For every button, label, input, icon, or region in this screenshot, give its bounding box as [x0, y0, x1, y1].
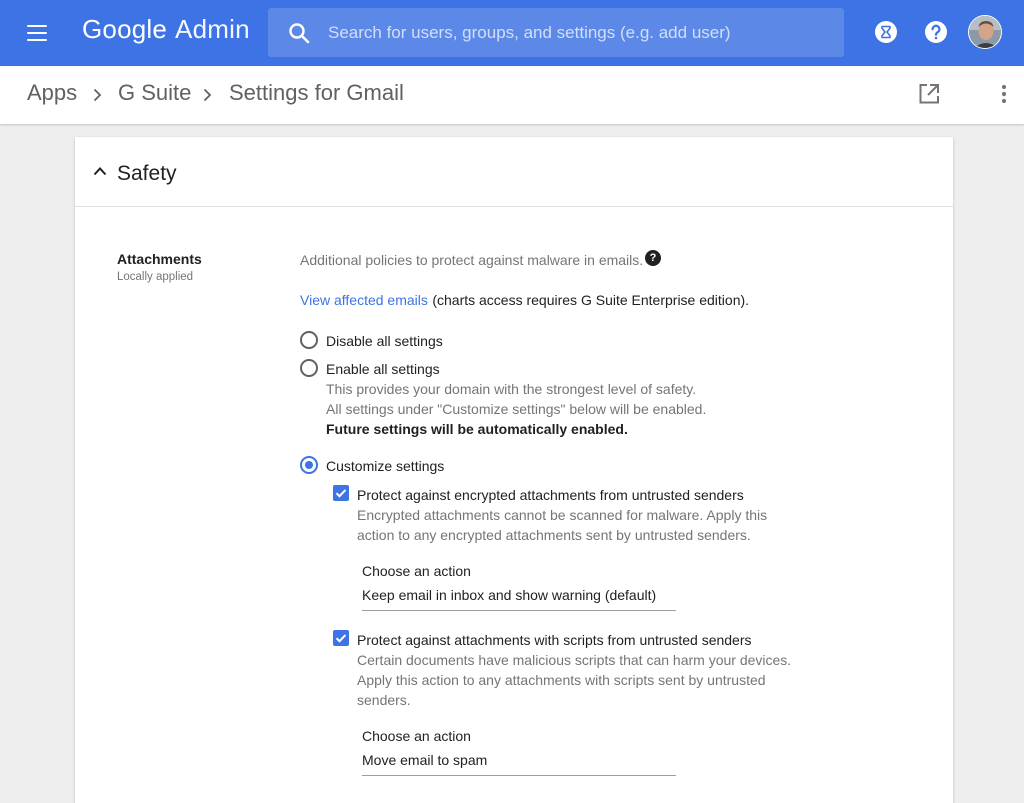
script-attachments-description: Apply this action to any attachments wit… [357, 672, 766, 688]
setting-sublabel: Locally applied [117, 271, 194, 283]
script-action-select[interactable]: Move email to spam [362, 750, 676, 776]
radio-customize[interactable] [300, 456, 318, 474]
option-disable-all-label[interactable]: Disable all settings [326, 333, 443, 349]
open-in-new-icon[interactable] [917, 82, 941, 106]
view-affected-emails-link[interactable]: View affected emails [300, 292, 428, 308]
encrypted-action-select[interactable]: Keep email in inbox and show warning (de… [362, 585, 676, 611]
choose-action-label: Choose an action [362, 563, 471, 579]
section-title: Safety [117, 162, 177, 185]
menu-icon-bar [27, 32, 47, 35]
account-avatar[interactable] [968, 15, 1002, 49]
checkbox-script-attachments[interactable] [333, 630, 349, 646]
check-icon [335, 489, 347, 498]
breadcrumb-bar: Apps G Suite Settings for Gmail [0, 66, 1024, 124]
checkbox-encrypted-attachments[interactable] [333, 485, 349, 501]
more-vert-icon[interactable] [994, 82, 1014, 106]
main-menu-button[interactable] [22, 20, 52, 46]
link-note: (charts access requires G Suite Enterpri… [432, 292, 750, 308]
setting-label: Attachments [117, 251, 202, 267]
enable-all-description: This provides your domain with the stron… [326, 381, 697, 397]
menu-icon-bar [27, 39, 47, 42]
chevron-right-icon [93, 88, 102, 102]
check-icon [335, 634, 347, 643]
encrypted-attachments-description: action to any encrypted attachments sent… [357, 527, 751, 543]
script-attachments-label[interactable]: Protect against attachments with scripts… [357, 632, 752, 648]
encrypted-attachments-label[interactable]: Protect against encrypted attachments fr… [357, 487, 744, 503]
script-attachments-description: senders. [357, 692, 411, 708]
safety-settings-card: Safety Attachments Locally applied Addit… [75, 137, 953, 803]
timer-icon[interactable] [873, 19, 899, 45]
search-icon [289, 23, 310, 44]
enable-all-note: Future settings will be automatically en… [326, 421, 628, 437]
search-bar[interactable] [268, 8, 844, 57]
option-customize-label[interactable]: Customize settings [326, 458, 444, 474]
encrypted-attachments-description: Encrypted attachments cannot be scanned … [357, 507, 768, 523]
enable-all-description: All settings under "Customize settings" … [326, 401, 707, 417]
app-bar: Google Admin [0, 0, 1024, 66]
google-admin-logo[interactable]: Google Admin [82, 14, 250, 45]
logo-brand: Google [82, 14, 168, 44]
menu-icon [27, 25, 47, 28]
chevron-up-icon [93, 167, 107, 176]
option-enable-all-label[interactable]: Enable all settings [326, 361, 440, 377]
page-title: Settings for Gmail [229, 80, 404, 105]
setting-description: Additional policies to protect against m… [300, 252, 644, 268]
radio-disable-all[interactable] [300, 331, 318, 349]
help-circle-icon[interactable]: ? [645, 250, 661, 266]
breadcrumb-apps[interactable]: Apps [27, 80, 77, 106]
breadcrumb-gsuite[interactable]: G Suite [118, 80, 191, 106]
radio-enable-all[interactable] [300, 359, 318, 377]
logo-product: Admin [175, 14, 250, 44]
section-header-safety[interactable]: Safety [75, 137, 953, 207]
chevron-right-icon [203, 88, 212, 102]
choose-action-label: Choose an action [362, 728, 471, 744]
help-icon[interactable] [923, 19, 949, 45]
script-attachments-description: Certain documents have malicious scripts… [357, 652, 792, 668]
search-input[interactable] [328, 8, 828, 57]
user-photo-icon [969, 16, 1001, 48]
